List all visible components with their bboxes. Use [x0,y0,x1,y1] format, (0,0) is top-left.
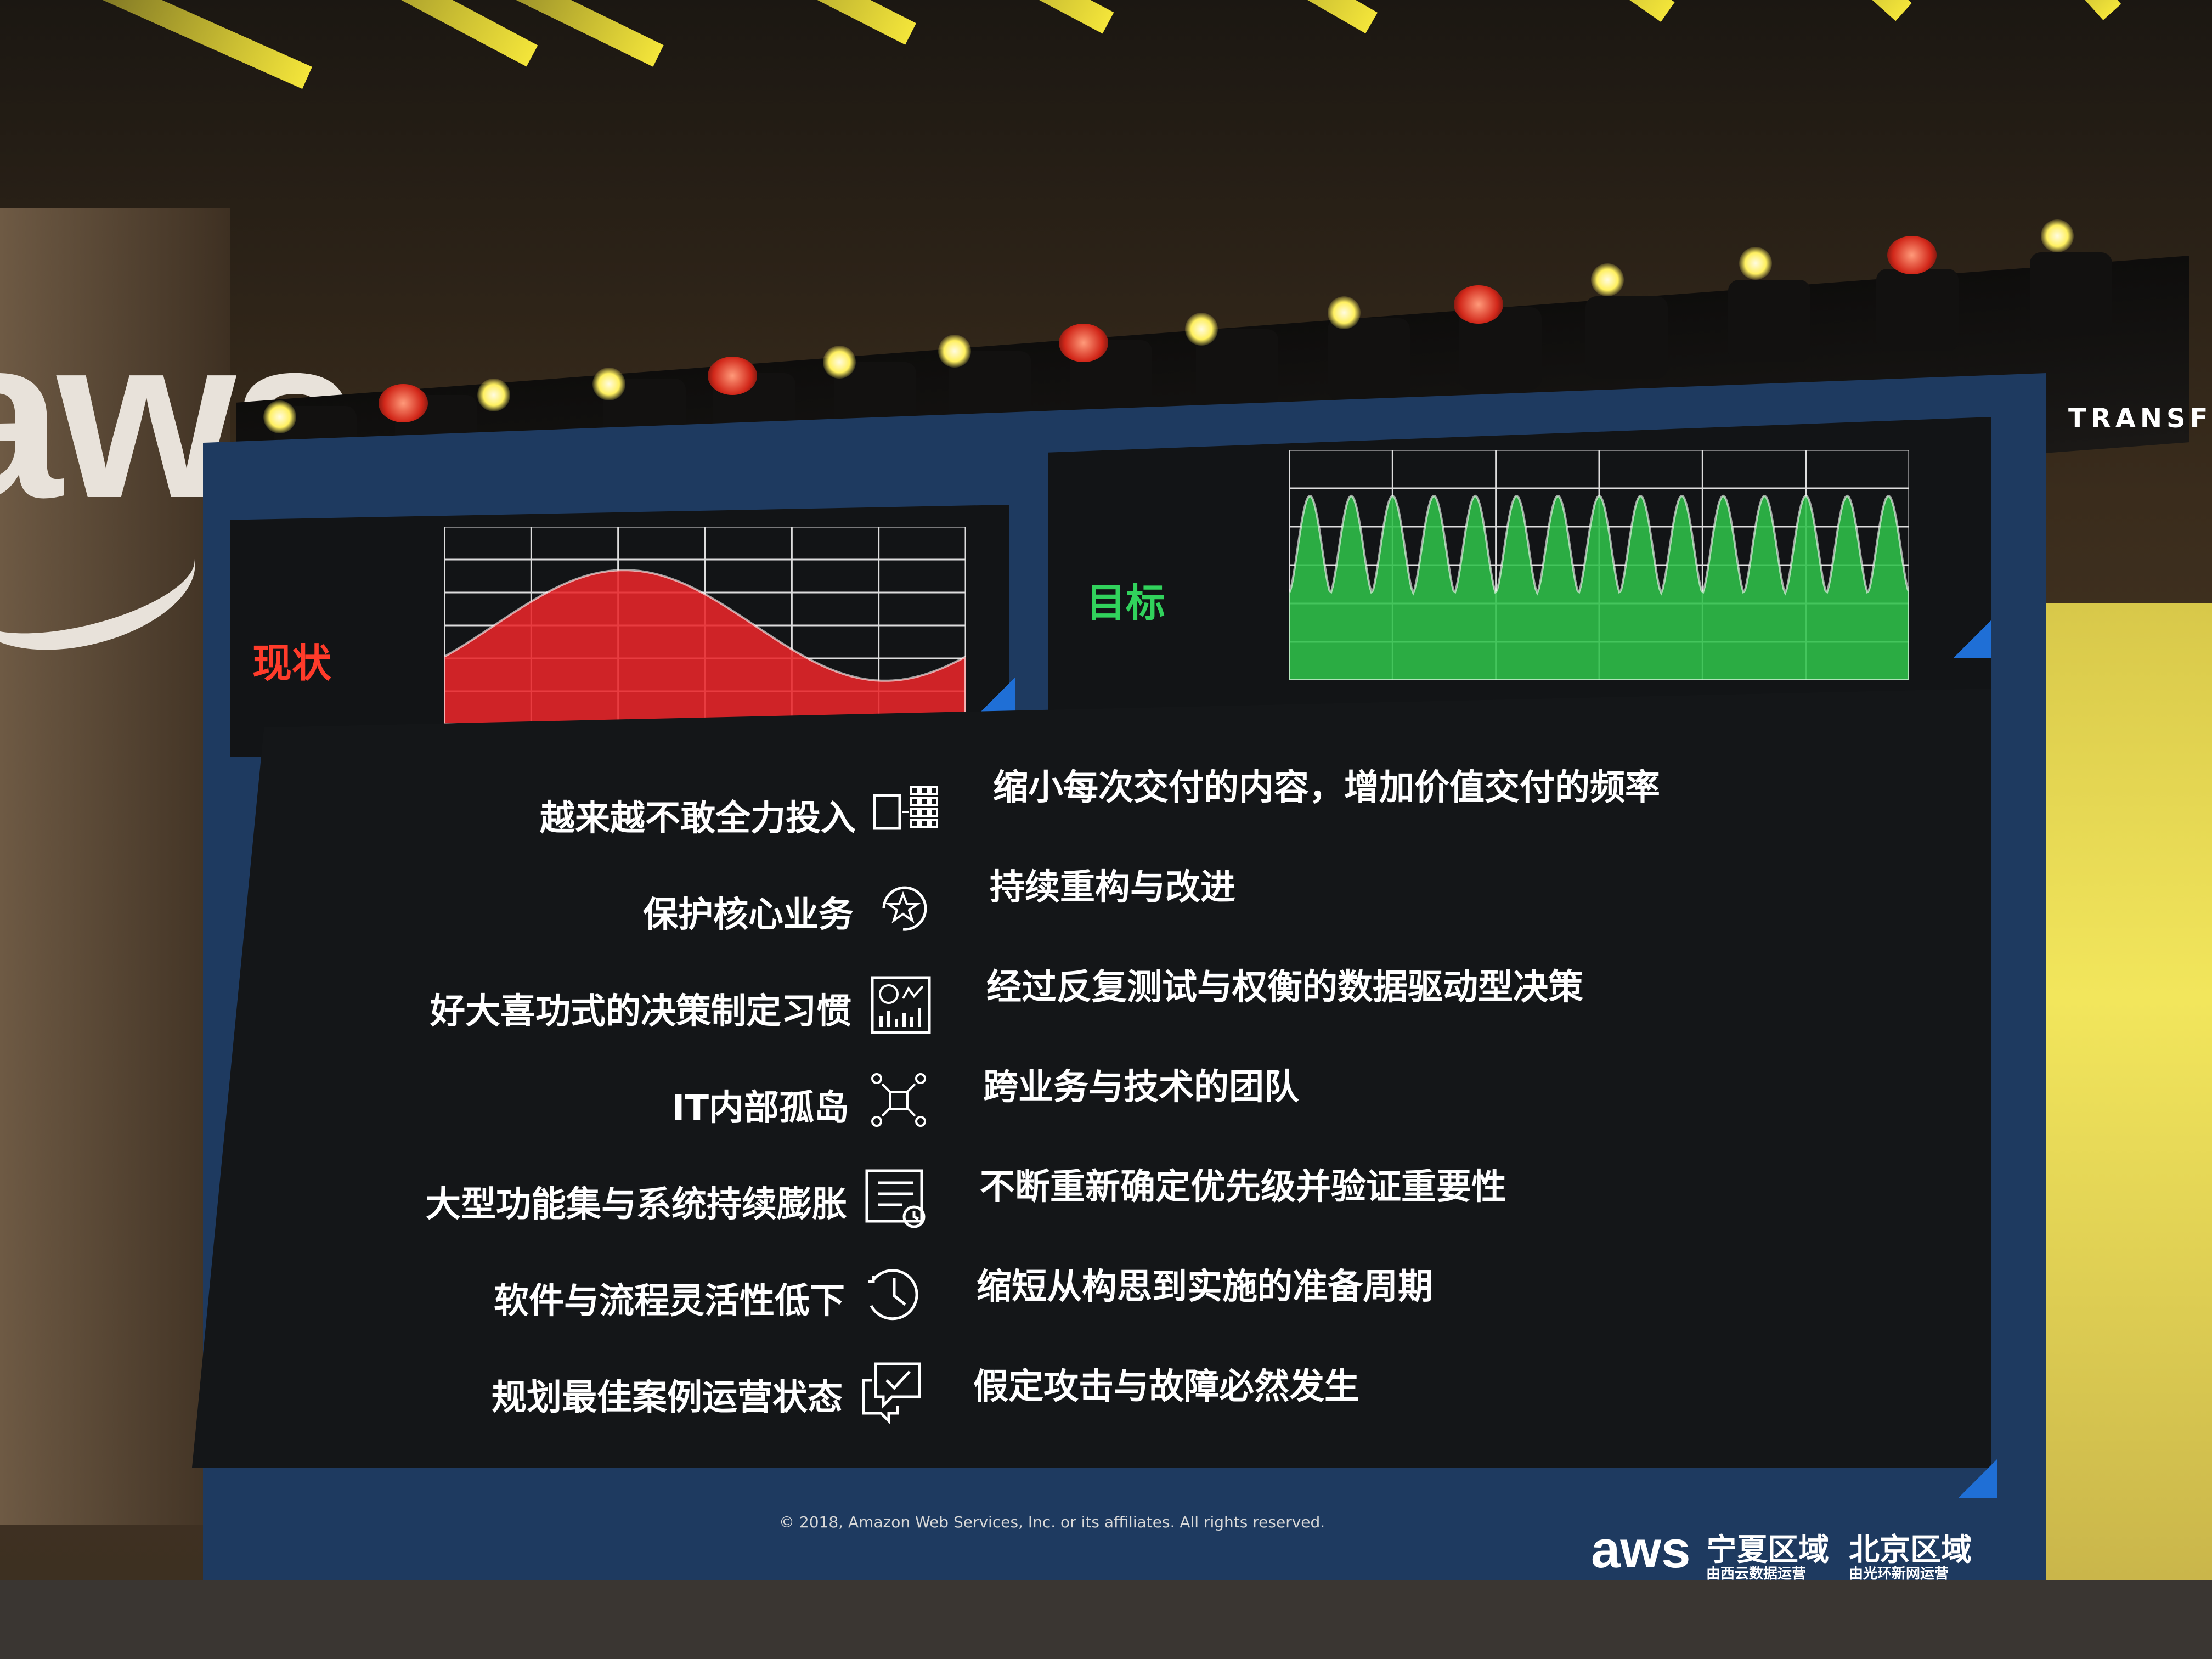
stage-light-fixture [1328,318,1410,400]
copyright-notice: © 2018, Amazon Web Services, Inc. or its… [779,1513,1325,1531]
current-practice-text: 越来越不敢全力投入 [540,798,856,839]
stage-light-lamp [1328,296,1361,329]
current-state-chart [444,527,966,724]
current-practice-text: 好大喜功式的决策制定习惯 [430,991,851,1032]
checklist-clock-icon [864,1165,929,1231]
clock-icon [861,1262,927,1328]
aws-footer-logo: aws [1591,1520,1691,1579]
stage-light-lamp [1739,247,1772,280]
target-state-chart [1289,450,1909,680]
stage-light-lamp [1185,313,1218,346]
target-state-label: 目标 [1086,580,1166,626]
current-practice-text: 规划最佳案例运营状态 [492,1378,843,1418]
stage-light-fixture [2030,252,2112,335]
side-banner-text: TRANSFO [2068,403,2212,434]
stage-light-fixture [1876,269,1959,351]
panel-corner-accent [977,678,1015,716]
target-practice-text: 持续重构与改进 [990,867,1235,908]
stage-light-red-lamp [708,357,757,395]
split-blocks-icon [872,779,938,845]
right-side-glow [2030,603,2212,1591]
stage-light-lamp [823,346,856,379]
stage-light-fixture [1585,296,1668,379]
stage-light-lamp [1591,263,1624,296]
chat-check-icon [859,1358,925,1425]
target-practice-text: 不断重新确定优先级并验证重要性 [980,1167,1506,1207]
current-practice-text: IT内部孤岛 [672,1088,849,1128]
stage-light-red-lamp [1887,236,1937,274]
target-practice-text: 缩短从构思到实施的准备周期 [977,1267,1433,1307]
dashboard-icon [868,972,934,1038]
panel-corner-accent [1953,620,1991,658]
target-state-chart-area [1289,494,1909,680]
stage-light-lamp [2041,219,2074,252]
stage-light-lamp [592,368,625,400]
current-practice-text: 大型功能集与系统持续膨胀 [426,1184,847,1225]
stage-light-red-lamp [379,384,428,422]
cycle-star-icon [870,876,936,941]
current-practice-text: 保护核心业务 [643,895,854,935]
stage-light-lamp [263,400,296,433]
current-state-label: 现状 [252,640,332,686]
stage-light-lamp [938,335,971,368]
current-practice-text: 软件与流程灵活性低下 [494,1281,845,1322]
stage-light-red-lamp [1454,285,1503,324]
stage-light-red-lamp [1059,324,1108,362]
stage-light-lamp [477,379,510,411]
target-practice-text: 经过反复测试与权衡的数据驱动型决策 [986,967,1583,1008]
stage-light-fixture [1728,280,1810,362]
panel-corner-accent [1959,1459,1997,1498]
stage-floor [0,1580,2212,1659]
target-practice-text: 缩小每次交付的内容，增加价值交付的频率 [993,768,1660,808]
team-network-icon [866,1069,932,1135]
target-practice-text: 假定攻击与故障必然发生 [973,1367,1359,1407]
target-practice-text: 跨业务与技术的团队 [983,1067,1299,1108]
